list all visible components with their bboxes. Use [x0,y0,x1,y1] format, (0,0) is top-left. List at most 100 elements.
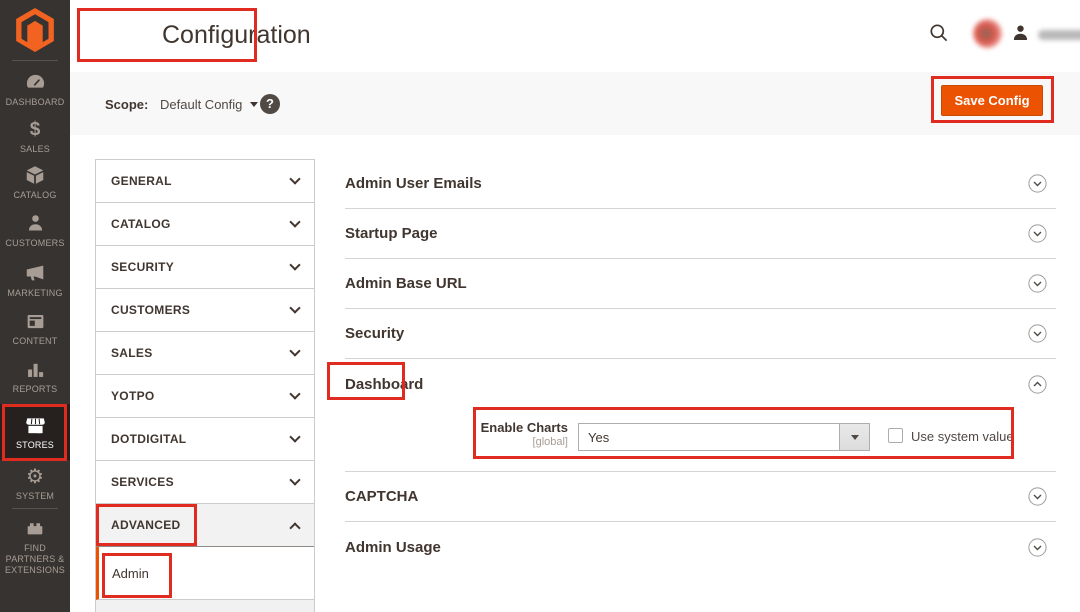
sidebar-item-label: DASHBOARD [3,97,67,108]
sidebar-item-label: STORES [3,440,67,451]
sidebar-item-catalog[interactable]: CATALOG [0,163,70,201]
chevron-down-circle-icon [1028,274,1047,293]
sidebar-divider [12,60,58,61]
config-nav-label: ADVANCED [111,518,181,532]
section-title: CAPTCHA [345,488,418,505]
section-title: Admin Base URL [345,275,467,292]
sidebar-item-label: MARKETING [3,288,67,299]
config-nav-sales[interactable]: SALES [96,332,314,375]
select-value: Yes [579,430,609,445]
sidebar-item-reports[interactable]: REPORTS [0,357,70,395]
chevron-down-icon [289,259,300,270]
dashboard-gauge-icon [24,70,47,94]
save-config-button[interactable]: Save Config [941,85,1043,116]
section-title: Admin Usage [345,539,441,556]
chevron-down-icon [289,431,300,442]
sidebar-item-system[interactable]: ⚙ SYSTEM [0,464,70,502]
caret-down-icon [851,435,859,440]
config-subnav-admin[interactable]: Admin [96,547,314,600]
sidebar-item-label: FIND PARTNERS & EXTENSIONS [3,543,67,576]
notifications-indicator[interactable] [973,19,1002,48]
chevron-down-icon [289,216,300,227]
catalog-box-icon [24,163,46,187]
chevron-down-icon [289,173,300,184]
config-nav-catalog[interactable]: CATALOG [96,203,314,246]
sidebar-item-sales[interactable]: $ SALES [0,117,70,155]
config-nav-advanced[interactable]: ADVANCED [96,504,314,547]
reports-bars-icon [25,357,46,381]
section-captcha[interactable]: CAPTCHA [345,472,1056,522]
section-title: Startup Page [345,225,438,242]
config-nav-dotdigital[interactable]: DOTDIGITAL [96,418,314,461]
sidebar-item-stores[interactable]: STORES [0,404,70,460]
scope-switcher[interactable]: Default Config [160,97,258,112]
chevron-up-circle-icon [1028,375,1047,394]
customers-person-icon [25,211,46,235]
sales-dollar-icon: $ [30,117,41,141]
marketing-megaphone-icon [24,261,46,285]
user-account-menu[interactable] [1012,24,1080,46]
field-label-text: Enable Charts [445,420,568,435]
section-admin-user-emails[interactable]: Admin User Emails [345,159,1056,209]
config-nav-services[interactable]: SERVICES [96,461,314,504]
chevron-down-icon [289,388,300,399]
config-nav-customers[interactable]: CUSTOMERS [96,289,314,332]
sidebar-item-label: CONTENT [3,336,67,347]
chevron-down-icon [250,102,258,107]
scope-help-icon[interactable]: ? [260,94,280,114]
config-nav-label: SECURITY [111,260,174,274]
section-admin-base-url[interactable]: Admin Base URL [345,259,1056,309]
chevron-down-circle-icon [1028,487,1047,506]
chevron-down-icon [289,302,300,313]
sidebar-item-label: SYSTEM [3,491,67,502]
config-subnav-next-row-partial [96,600,314,612]
main-sidebar: DASHBOARD $ SALES CATALOG CUSTOMERS MARK… [0,0,70,612]
config-subnav-label: Admin [112,566,149,581]
enable-charts-label: Enable Charts [global] [445,420,568,448]
config-nav-label: SALES [111,346,153,360]
config-nav-label: CATALOG [111,217,171,231]
section-title: Security [345,325,404,342]
config-nav-label: YOTPO [111,389,155,403]
system-gear-icon: ⚙ [26,464,44,488]
config-sections: Admin User Emails Startup Page Admin Bas… [345,159,1056,572]
sidebar-item-label: CUSTOMERS [3,238,67,249]
config-nav-general[interactable]: GENERAL [96,160,314,203]
page-header: Configuration [70,0,1080,72]
extensions-brick-icon [24,516,46,540]
username-blurred [1038,30,1080,40]
magento-logo-icon[interactable] [16,8,54,52]
chevron-down-circle-icon [1028,174,1047,193]
sidebar-item-marketing[interactable]: MARKETING [0,261,70,299]
section-admin-usage[interactable]: Admin Usage [345,522,1056,572]
config-nav-security[interactable]: SECURITY [96,246,314,289]
field-scope-hint: [global] [445,436,568,448]
sidebar-item-content[interactable]: CONTENT [0,309,70,347]
section-dashboard[interactable]: Dashboard [345,359,1056,409]
sidebar-item-label: CATALOG [3,190,67,201]
sidebar-item-dashboard[interactable]: DASHBOARD [0,70,70,108]
user-person-icon [1012,24,1029,46]
scope-value: Default Config [160,97,242,112]
chevron-down-icon [289,474,300,485]
chevron-up-icon [289,522,300,533]
config-nav-yotpo[interactable]: YOTPO [96,375,314,418]
enable-charts-select[interactable]: Yes [578,423,870,451]
select-dropdown-button[interactable] [839,424,869,450]
content-page-icon [25,309,46,333]
section-security[interactable]: Security [345,309,1056,359]
use-system-value-label[interactable]: Use system value [911,429,1014,444]
config-nav-label: DOTDIGITAL [111,432,186,446]
chevron-down-circle-icon [1028,538,1047,557]
page-title: Configuration [162,21,311,50]
sidebar-item-label: SALES [3,144,67,155]
chevron-down-circle-icon [1028,324,1047,343]
stores-storefront-icon [24,413,47,437]
search-icon[interactable] [929,23,949,48]
sidebar-item-customers[interactable]: CUSTOMERS [0,211,70,249]
use-system-value-checkbox[interactable] [888,428,903,443]
section-startup-page[interactable]: Startup Page [345,209,1056,259]
sidebar-item-find-partners-extensions[interactable]: FIND PARTNERS & EXTENSIONS [0,516,70,576]
scope-label: Scope: [105,97,148,112]
magento-admin-configuration-page: DASHBOARD $ SALES CATALOG CUSTOMERS MARK… [0,0,1080,612]
